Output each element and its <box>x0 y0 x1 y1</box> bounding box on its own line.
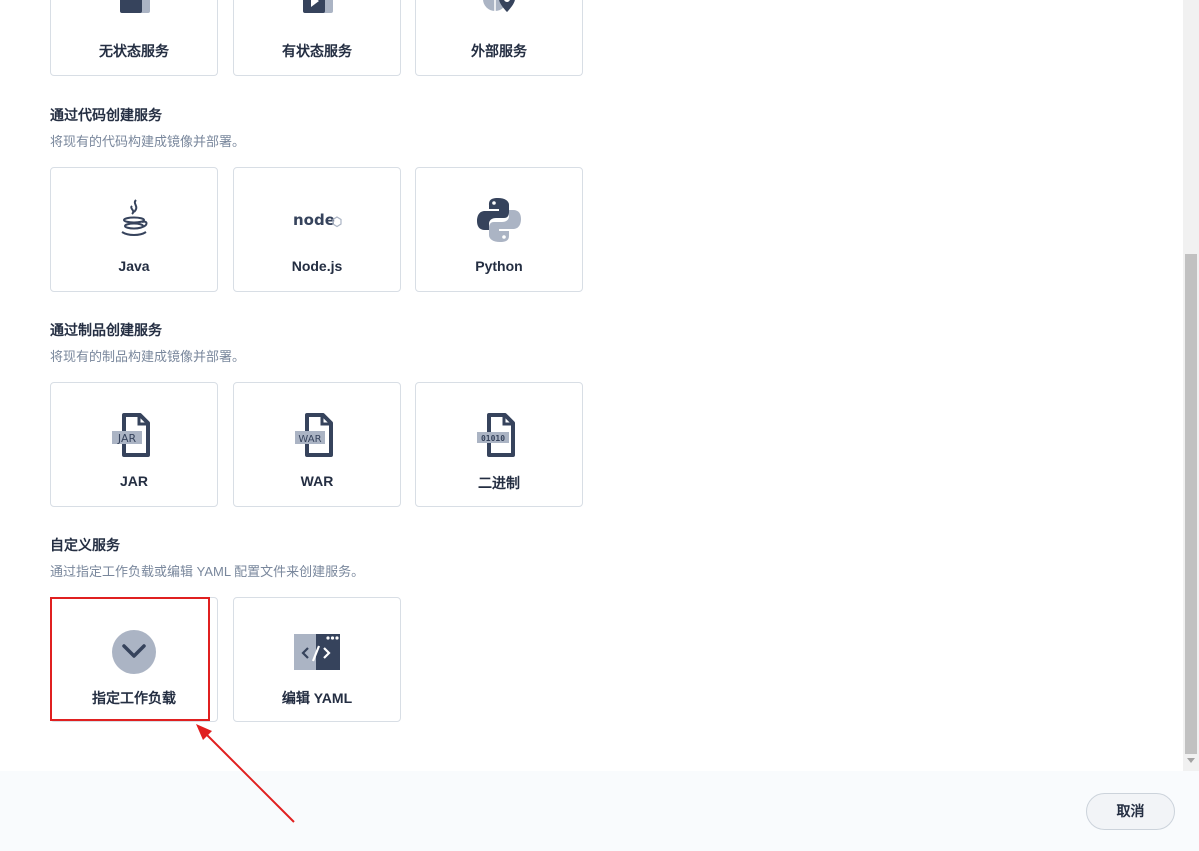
code-section-description: 将现有的代码构建成镜像并部署。 <box>50 134 246 149</box>
svg-text:01010: 01010 <box>481 434 505 443</box>
create-service-dialog: 无状态服务 有状态服务 外部服务 通过代码创建服务 将现有的代码构建成镜像并部署… <box>0 0 1199 851</box>
war-card[interactable]: WAR WAR <box>233 382 401 507</box>
stateless-service-icon <box>110 0 158 33</box>
nodejs-icon: node <box>293 196 342 244</box>
binary-card[interactable]: 01010 二进制 <box>415 382 583 507</box>
code-section-title: 通过代码创建服务 <box>50 107 162 123</box>
edit-yaml-card[interactable]: 编辑 YAML <box>233 597 401 722</box>
java-card[interactable]: Java <box>50 167 218 292</box>
svg-text:node: node <box>293 211 335 229</box>
python-card[interactable]: Python <box>415 167 583 292</box>
nodejs-card[interactable]: node Node.js <box>233 167 401 292</box>
svg-text:JAR: JAR <box>117 432 137 445</box>
annotation-highlight-box <box>50 597 210 721</box>
binary-label: 二进制 <box>478 475 520 491</box>
edit-yaml-label: 编辑 YAML <box>281 690 353 706</box>
stateless-service-label: 无状态服务 <box>99 43 169 59</box>
svg-text:WAR: WAR <box>298 434 321 445</box>
python-label: Python <box>475 258 523 274</box>
artifact-section-title: 通过制品创建服务 <box>50 322 162 338</box>
stateful-service-card[interactable]: 有状态服务 <box>233 0 401 76</box>
stateful-service-label: 有状态服务 <box>282 43 352 59</box>
scrollbar-thumb[interactable] <box>1185 254 1197 754</box>
stateful-service-icon <box>293 0 341 33</box>
jar-label: JAR <box>119 473 148 489</box>
vertical-scrollbar[interactable] <box>1183 0 1199 771</box>
artifact-section-description: 将现有的制品构建成镜像并部署。 <box>50 349 246 364</box>
war-label: WAR <box>300 473 334 489</box>
dialog-footer <box>0 771 1199 851</box>
cancel-button[interactable]: 取消 <box>1086 793 1175 830</box>
stateless-service-card[interactable]: 无状态服务 <box>50 0 218 76</box>
scroll-down-arrow-icon[interactable] <box>1187 758 1195 763</box>
custom-section-title: 自定义服务 <box>50 537 120 553</box>
war-file-icon: WAR <box>293 411 341 459</box>
external-service-icon <box>475 0 523 33</box>
custom-section-description: 通过指定工作负载或编辑 YAML 配置文件来创建服务。 <box>50 564 365 579</box>
nodejs-label: Node.js <box>291 258 343 274</box>
external-service-card[interactable]: 外部服务 <box>415 0 583 76</box>
jar-card[interactable]: JAR JAR <box>50 382 218 507</box>
python-icon <box>475 196 523 244</box>
java-label: Java <box>118 258 150 274</box>
jar-file-icon: JAR <box>110 411 158 459</box>
binary-file-icon: 01010 <box>475 411 523 459</box>
yaml-code-icon <box>293 626 341 674</box>
external-service-label: 外部服务 <box>471 43 527 59</box>
java-icon <box>110 196 158 244</box>
